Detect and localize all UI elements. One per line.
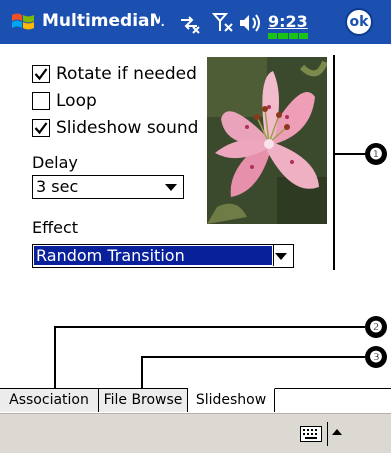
clock[interactable]: 9:23: [268, 12, 308, 31]
effect-label: Effect: [32, 218, 79, 237]
tab-association[interactable]: Association: [0, 388, 99, 412]
slideshow-sound-label: Slideshow sound: [56, 118, 199, 138]
callout-bracket-line: [333, 55, 335, 270]
slideshow-sound-checkbox[interactable]: [32, 119, 50, 137]
callout-3-leader: [141, 356, 365, 358]
battery-icon: [268, 33, 308, 39]
rotate-option[interactable]: Rotate if needed: [32, 62, 197, 86]
tab-bar: Association File Browse Slideshow: [0, 388, 391, 414]
callout-2-vertical: [54, 326, 56, 390]
callout-1-marker: ❶: [365, 143, 387, 165]
callout-3-vertical: [141, 356, 143, 390]
loop-option[interactable]: Loop: [32, 89, 97, 113]
input-menu-arrow-icon[interactable]: [332, 429, 342, 435]
keyboard-icon[interactable]: [300, 426, 322, 442]
menu-separator: [327, 422, 328, 446]
title-bar: MultimediaMan . 9:23 ok: [0, 0, 391, 44]
callout-2-marker: ❷: [365, 316, 387, 338]
menu-bar: [0, 413, 391, 453]
rotate-checkbox[interactable]: [32, 65, 50, 83]
callout-3-marker: ❸: [365, 346, 387, 368]
effect-dropdown[interactable]: Random Transition: [32, 244, 294, 268]
tab-bar-fill: [275, 388, 391, 412]
windows-start-icon[interactable]: [10, 9, 36, 35]
tab-file-browse[interactable]: File Browse: [99, 388, 188, 412]
speaker-icon[interactable]: [238, 12, 264, 34]
connectivity-icon[interactable]: [178, 12, 200, 34]
delay-dropdown[interactable]: 3 sec: [32, 175, 184, 199]
delay-value: 3 sec: [36, 177, 79, 196]
callout-1-leader: [335, 153, 365, 155]
preview-image: [207, 57, 327, 224]
tab-slideshow[interactable]: Slideshow: [188, 388, 275, 412]
slideshow-sound-option[interactable]: Slideshow sound: [32, 116, 198, 140]
chevron-down-icon: [165, 184, 177, 191]
delay-label: Delay: [32, 153, 78, 172]
loop-checkbox[interactable]: [32, 92, 50, 110]
callout-2-leader: [54, 326, 365, 328]
app-title: MultimediaMan: [42, 11, 160, 31]
app-title-overflow: .: [160, 11, 166, 31]
chevron-down-icon: [275, 253, 287, 260]
signal-off-icon[interactable]: [212, 11, 234, 33]
rotate-label: Rotate if needed: [56, 64, 197, 84]
dropdown-separator: [273, 245, 274, 266]
loop-label: Loop: [56, 91, 97, 111]
ok-button[interactable]: ok: [345, 8, 373, 36]
effect-value: Random Transition: [36, 246, 185, 265]
